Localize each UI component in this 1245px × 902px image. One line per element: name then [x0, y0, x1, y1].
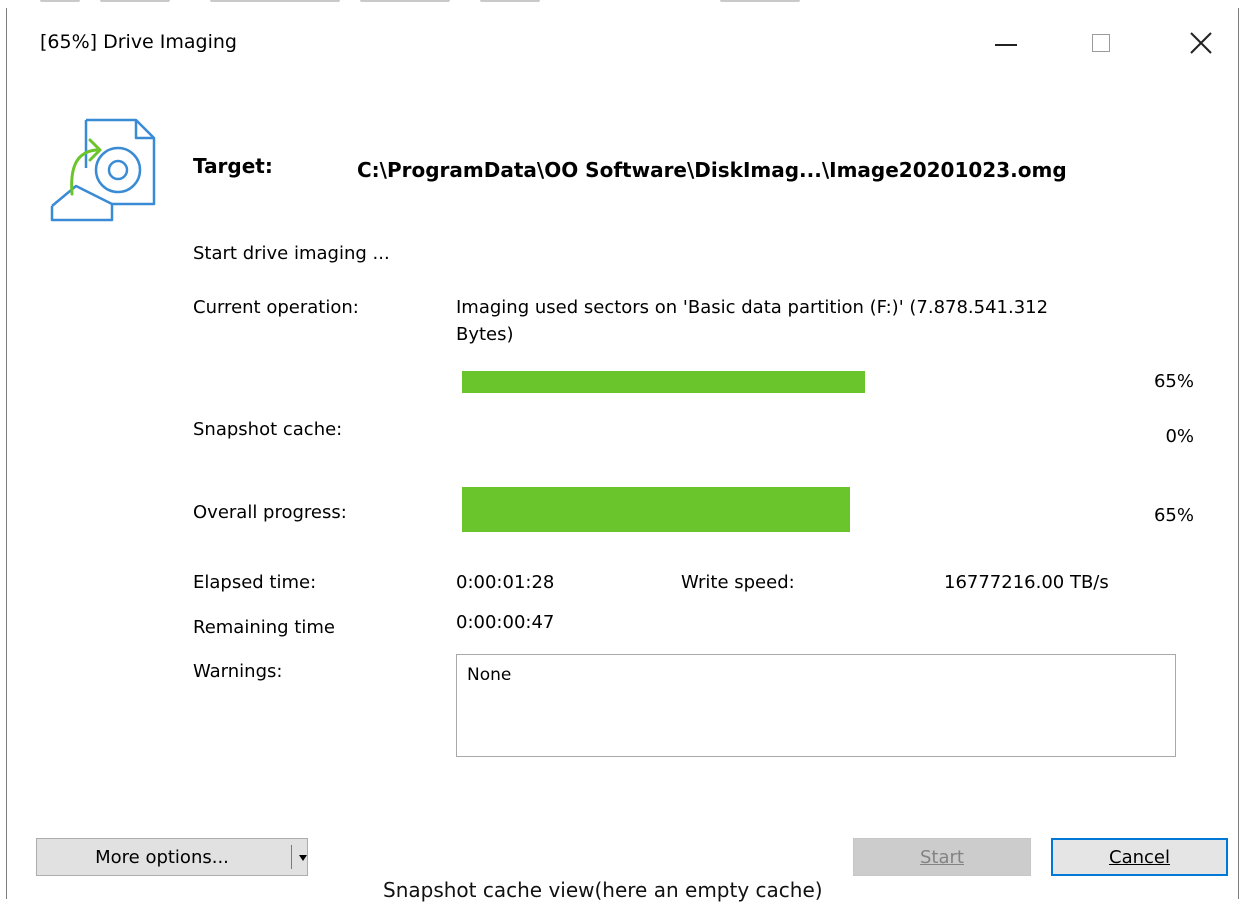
elapsed-time-value: 0:00:01:28 — [456, 572, 555, 593]
elapsed-time-label: Elapsed time: — [193, 572, 317, 593]
window-right-border — [1238, 8, 1239, 899]
cancel-button-label: Cancel — [1109, 846, 1170, 868]
remaining-time-value: 0:00:00:47 — [456, 612, 555, 633]
current-operation-progress-bar — [462, 371, 865, 393]
window-title: [65%] Drive Imaging — [40, 31, 237, 53]
overall-progress-percent: 65% — [1153, 505, 1194, 526]
cancel-button[interactable]: Cancel — [1051, 838, 1228, 876]
warnings-label: Warnings: — [193, 661, 283, 682]
warnings-box[interactable]: None — [456, 654, 1176, 757]
current-operation-percent: 65% — [1153, 371, 1194, 392]
disk-image-icon — [50, 118, 156, 222]
minimize-button[interactable] — [975, 18, 1035, 70]
overall-progress-bar — [462, 487, 850, 532]
status-text: Start drive imaging ... — [193, 243, 390, 264]
start-button-label: Start — [920, 846, 964, 868]
current-operation-text-line2: Bytes) — [456, 324, 514, 345]
window-left-border — [6, 8, 7, 899]
start-button[interactable]: Start — [853, 838, 1031, 876]
target-path: C:\ProgramData\OO Software\DiskImag...\I… — [357, 158, 1067, 182]
close-button[interactable] — [1172, 18, 1232, 70]
warnings-value: None — [467, 665, 512, 685]
snapshot-cache-label: Snapshot cache: — [193, 419, 343, 440]
figure-caption: Snapshot cache view(here an empty cache) — [383, 878, 823, 902]
current-operation-label: Current operation: — [193, 297, 359, 318]
more-options-button[interactable]: More options... — [36, 838, 308, 876]
write-speed-label: Write speed: — [681, 572, 795, 593]
target-label: Target: — [193, 154, 273, 178]
snapshot-cache-percent: 0% — [1165, 426, 1194, 447]
remaining-time-label: Remaining time — [193, 617, 335, 638]
more-options-separator — [291, 845, 292, 869]
dropdown-arrow-icon[interactable] — [299, 855, 307, 861]
write-speed-value: 16777216.00 TB/s — [944, 572, 1109, 593]
close-icon — [1190, 32, 1212, 54]
current-operation-text-line1: Imaging used sectors on 'Basic data part… — [456, 297, 1049, 318]
maximize-button[interactable] — [1071, 18, 1131, 70]
more-options-label: More options... — [95, 847, 229, 868]
background-window-strip — [0, 0, 1245, 8]
overall-progress-label: Overall progress: — [193, 502, 347, 523]
